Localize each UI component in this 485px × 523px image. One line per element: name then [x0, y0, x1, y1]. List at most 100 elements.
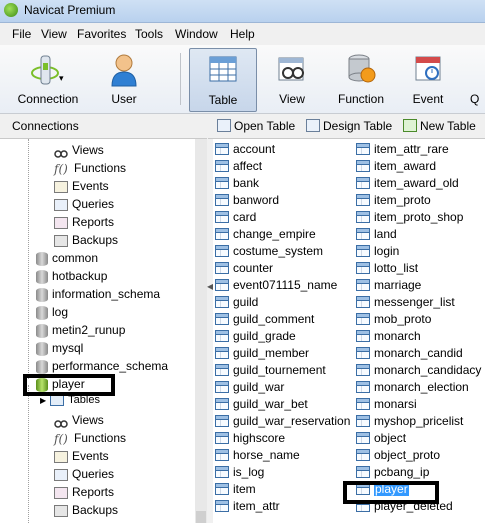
table-item[interactable]: item_award	[356, 158, 436, 175]
tree-item-queries[interactable]: Queries	[54, 465, 114, 483]
tree-db-hotbackup[interactable]: hotbackup	[36, 267, 107, 285]
player-highlight-box	[23, 374, 115, 396]
connection-tree[interactable]: Views f() Functions Events Queries Report…	[0, 139, 196, 523]
table-item[interactable]: messenger_list	[356, 294, 455, 311]
table-item[interactable]: pcbang_ip	[356, 464, 429, 481]
tree-item-backups[interactable]: Backups	[54, 501, 118, 519]
tree-db-common[interactable]: common	[36, 249, 98, 267]
tree-item-functions[interactable]: f() Functions	[54, 429, 126, 447]
tree-item-reports[interactable]: Reports	[54, 483, 114, 501]
table-icon	[215, 466, 229, 478]
tree-guide	[28, 139, 29, 379]
tree-item-functions[interactable]: f() Functions	[54, 159, 126, 177]
table-item[interactable]: monarch_candid	[356, 345, 463, 362]
query-label-partial: Q	[470, 92, 480, 106]
tree-db-performance-schema[interactable]: performance_schema	[36, 357, 168, 375]
function-button[interactable]: Function	[330, 48, 392, 110]
table-item[interactable]: guild_war_reservation	[215, 413, 350, 430]
table-item[interactable]: guild_member	[215, 345, 309, 362]
table-name: marriage	[374, 278, 422, 292]
collapse-arrow-icon[interactable]: ◀	[207, 282, 213, 296]
table-icon	[356, 194, 370, 206]
table-name: highscore	[233, 431, 286, 445]
table-item[interactable]: item_award_old	[356, 175, 459, 192]
table-item[interactable]: monarch_candidacy	[356, 362, 481, 379]
table-item[interactable]: is_log	[215, 464, 264, 481]
table-item[interactable]: guild_war	[215, 379, 284, 396]
tree-item-reports[interactable]: Reports	[54, 213, 114, 231]
table-item[interactable]: marriage	[356, 277, 421, 294]
view-button[interactable]: View	[264, 48, 320, 110]
table-item[interactable]: monarch	[356, 328, 421, 345]
table-item[interactable]: guild_comment	[215, 311, 314, 328]
tree-db-information-schema[interactable]: information_schema	[36, 285, 160, 303]
table-name: guild_war_reservation	[233, 414, 351, 428]
table-item[interactable]: item_attr_rare	[356, 141, 449, 158]
table-name: guild_war_bet	[233, 397, 308, 411]
table-item[interactable]: guild_grade	[215, 328, 296, 345]
tree-item-queries[interactable]: Queries	[54, 195, 114, 213]
tree-item-events[interactable]: Events	[54, 177, 109, 195]
table-item[interactable]: counter	[215, 260, 273, 277]
table-item[interactable]: myshop_pricelist	[356, 413, 463, 430]
table-item[interactable]: change_empire	[215, 226, 316, 243]
table-item[interactable]: costume_system	[215, 243, 323, 260]
tree-item-views[interactable]: Views	[54, 411, 104, 429]
tree-db-log[interactable]: log	[36, 303, 68, 321]
table-item[interactable]: card	[215, 209, 256, 226]
tree-item-views[interactable]: Views	[54, 141, 104, 159]
table-item[interactable]: guild_tournement	[215, 362, 326, 379]
table-item[interactable]: object	[356, 430, 406, 447]
table-item[interactable]: login	[356, 243, 399, 260]
table-name: guild_tournement	[233, 363, 326, 377]
connection-button[interactable]: ▾ Connection	[10, 48, 86, 110]
table-name: guild	[233, 295, 259, 309]
tree-item-events[interactable]: Events	[54, 447, 109, 465]
tree-item-backups[interactable]: Backups	[54, 231, 118, 249]
table-item[interactable]: horse_name	[215, 447, 300, 464]
table-item[interactable]: monarsi	[356, 396, 417, 413]
table-item[interactable]: guild_war_bet	[215, 396, 308, 413]
table-item[interactable]: mob_proto	[356, 311, 431, 328]
table-item[interactable]: object_proto	[356, 447, 440, 464]
table-icon	[209, 56, 237, 82]
event-button[interactable]: Event	[400, 48, 456, 110]
table-item[interactable]: monarch_election	[356, 379, 469, 396]
table-item[interactable]: land	[356, 226, 397, 243]
menu-window[interactable]: Window	[175, 27, 218, 41]
table-item[interactable]: item_proto_shop	[356, 209, 463, 226]
table-item[interactable]: banword	[215, 192, 279, 209]
tree-db-metin2-runup[interactable]: metin2_runup	[36, 321, 125, 339]
menu-favorites[interactable]: Favorites	[77, 27, 126, 41]
table-item[interactable]: item	[215, 481, 256, 498]
table-name: land	[374, 227, 397, 241]
table-item[interactable]: event071115_name	[215, 277, 337, 294]
new-table-button[interactable]: New Table	[403, 119, 476, 133]
query-button[interactable]: Q	[470, 48, 485, 110]
user-button[interactable]: User	[96, 48, 152, 110]
open-table-button[interactable]: Open Table	[217, 119, 295, 133]
table-list[interactable]: account affect bank banword card change_empir…	[213, 139, 485, 523]
table-item[interactable]: highscore	[215, 430, 285, 447]
table-item[interactable]: affect	[215, 158, 262, 175]
scrollbar-thumb[interactable]	[196, 511, 206, 523]
table-button[interactable]: Table	[189, 48, 257, 112]
menu-file[interactable]: File	[12, 27, 31, 41]
table-item[interactable]: account	[215, 141, 275, 158]
table-icon	[215, 449, 229, 461]
design-table-button[interactable]: Design Table	[306, 119, 392, 133]
function-icon: f()	[54, 431, 68, 446]
table-name: item_award_old	[374, 176, 459, 190]
menu-tools[interactable]: Tools	[135, 27, 163, 41]
menu-help[interactable]: Help	[230, 27, 255, 41]
table-item[interactable]: item_attr	[215, 498, 280, 515]
table-item[interactable]: item_proto	[356, 192, 431, 209]
table-name: banword	[233, 193, 280, 207]
table-item[interactable]: bank	[215, 175, 259, 192]
tree-db-mysql[interactable]: mysql	[36, 339, 83, 357]
table-item[interactable]: guild	[215, 294, 258, 311]
table-icon	[215, 313, 229, 325]
table-name: monarch	[374, 329, 421, 343]
table-item[interactable]: lotto_list	[356, 260, 418, 277]
menu-view[interactable]: View	[41, 27, 67, 41]
